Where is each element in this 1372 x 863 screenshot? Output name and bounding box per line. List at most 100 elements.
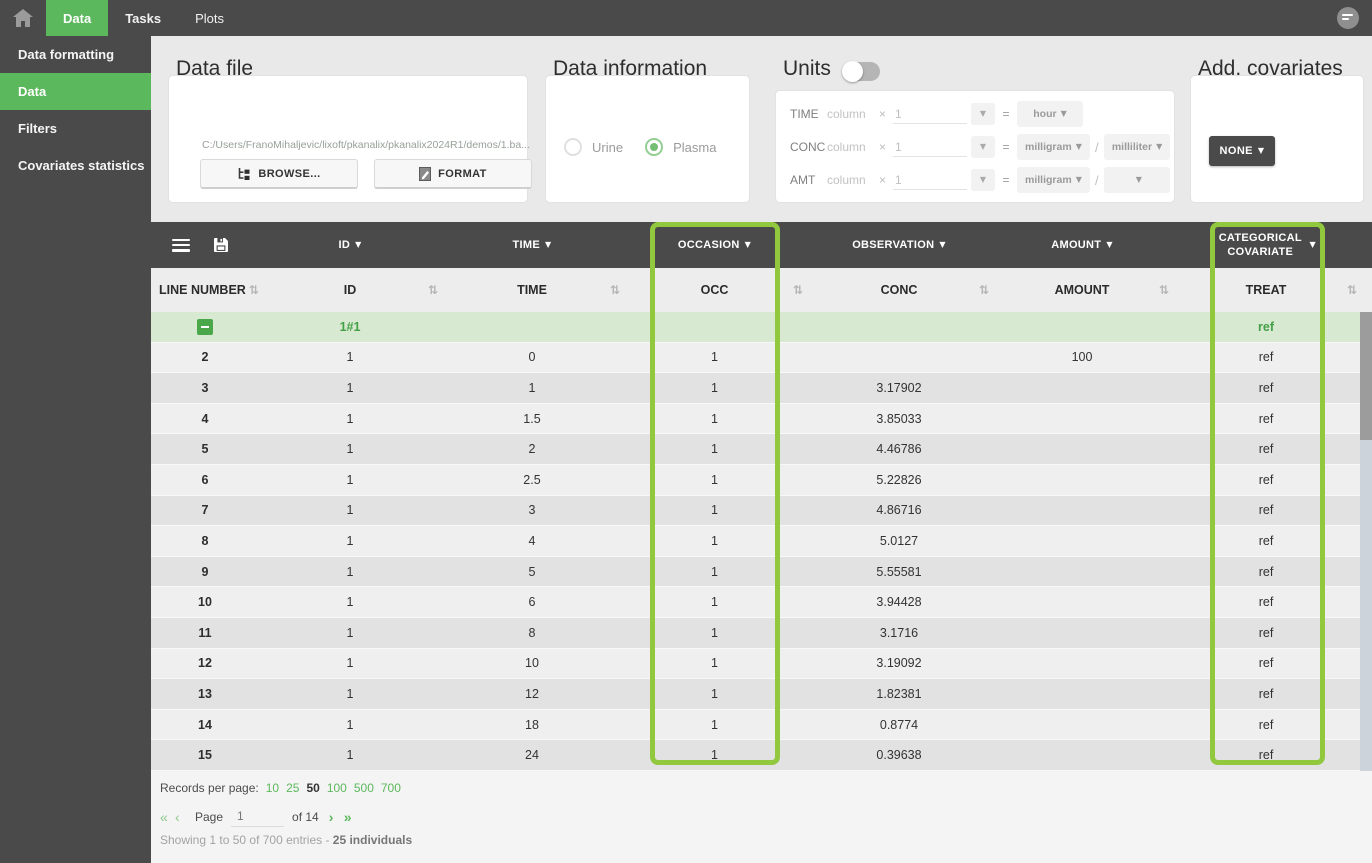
cell-occ: 1 bbox=[711, 503, 718, 518]
home-button[interactable] bbox=[0, 0, 46, 36]
page-size-500[interactable]: 500 bbox=[354, 781, 374, 795]
units-row-time: TIME column × 1 ▼ = hour ▼ bbox=[790, 101, 1083, 127]
categorical-covariate-column-dropdown[interactable]: CATEGORICAL COVARIATE ▼ bbox=[1216, 231, 1316, 260]
table-row[interactable]: 8 1 4 1 5.0127 ref bbox=[151, 526, 1360, 557]
page-size-100[interactable]: 100 bbox=[327, 781, 347, 795]
time-factor-dropdown[interactable]: ▼ bbox=[971, 103, 995, 125]
table-scrollbar[interactable] bbox=[1360, 312, 1372, 771]
table-row[interactable]: 4 1 1.5 1 3.85033 ref bbox=[151, 403, 1360, 435]
table-row[interactable]: 2 1 0 1 100 ref bbox=[151, 342, 1360, 374]
times-symbol: × bbox=[879, 173, 887, 187]
sort-icon[interactable]: ⇅ bbox=[1347, 283, 1357, 297]
units-row-amt: AMT column × 1 ▼ = milligram ▼ / ▼ bbox=[790, 167, 1170, 193]
plasma-radio[interactable] bbox=[645, 138, 664, 156]
amt-factor-dropdown[interactable]: ▼ bbox=[971, 169, 995, 191]
save-icon[interactable] bbox=[214, 238, 228, 252]
sort-icon[interactable]: ⇅ bbox=[793, 283, 803, 297]
table-row[interactable]: 13 1 12 1 1.82381 ref bbox=[151, 679, 1360, 710]
sidebar-item-covariates-statistics[interactable]: Covariates statistics bbox=[0, 147, 151, 184]
id-column-dropdown[interactable]: ID ▼ bbox=[338, 239, 361, 251]
table-row[interactable]: 10 1 6 1 3.94428 ref bbox=[151, 587, 1360, 618]
conc-numerator-dropdown[interactable]: milligram ▼ bbox=[1017, 134, 1090, 160]
table-row[interactable]: 15 1 24 1 0.39638 ref bbox=[151, 740, 1360, 771]
sidebar-item-data[interactable]: Data bbox=[0, 73, 151, 110]
main-content: Data file C:/Users/FranoMihaljevic/lixof… bbox=[151, 36, 1372, 863]
cell-id: 1 bbox=[346, 442, 354, 457]
cell-treat: ref bbox=[1258, 350, 1274, 365]
table-row[interactable]: 14 1 18 1 0.8774 ref bbox=[151, 709, 1360, 741]
amt-denominator-dropdown[interactable]: ▼ bbox=[1103, 167, 1170, 193]
collapse-individual-button[interactable] bbox=[197, 318, 213, 335]
first-page-button[interactable]: « bbox=[160, 809, 175, 825]
individual-group-row[interactable]: 1#1 ref bbox=[151, 312, 1360, 343]
page-number-input[interactable] bbox=[231, 807, 285, 827]
time-factor-input[interactable]: 1 bbox=[893, 105, 967, 124]
tab-data[interactable]: Data bbox=[46, 0, 109, 36]
prev-page-button[interactable]: ‹ bbox=[175, 809, 190, 825]
time-unit-dropdown[interactable]: hour ▼ bbox=[1017, 101, 1083, 127]
sidebar-item-data-formatting[interactable]: Data formatting bbox=[0, 36, 151, 73]
last-page-button[interactable]: » bbox=[344, 809, 359, 825]
table-row[interactable]: 6 1 2.5 1 5.22826 ref bbox=[151, 464, 1360, 496]
cell-conc: 4.86716 bbox=[876, 503, 922, 518]
page-size-25[interactable]: 25 bbox=[286, 781, 299, 795]
data-file-title: Data file bbox=[176, 57, 254, 80]
cell-conc: 0.8774 bbox=[879, 717, 919, 732]
cell-line-number: 5 bbox=[201, 442, 209, 457]
format-button[interactable]: FORMAT bbox=[374, 159, 532, 189]
table-row[interactable]: 11 1 8 1 3.1716 ref bbox=[151, 617, 1360, 649]
col-id: ID bbox=[343, 283, 357, 297]
col-time: TIME bbox=[517, 283, 547, 297]
table-row[interactable]: 12 1 10 1 3.19092 ref bbox=[151, 648, 1360, 680]
group-treat-cell: ref bbox=[1258, 319, 1274, 334]
feedback-chat-icon[interactable] bbox=[1337, 7, 1359, 29]
table-row[interactable]: 9 1 5 1 5.55581 ref bbox=[151, 556, 1360, 588]
slash-symbol: / bbox=[1095, 172, 1099, 188]
tab-tasks[interactable]: Tasks bbox=[108, 0, 178, 36]
amount-column-dropdown[interactable]: AMOUNT ▼ bbox=[1051, 239, 1113, 251]
sort-icon[interactable]: ⇅ bbox=[979, 283, 989, 297]
cell-id: 1 bbox=[346, 503, 354, 518]
urine-radio[interactable] bbox=[564, 138, 582, 156]
conc-column-placeholder: column bbox=[827, 140, 866, 154]
cell-id: 1 bbox=[346, 472, 354, 487]
amt-numerator-dropdown[interactable]: milligram ▼ bbox=[1017, 167, 1090, 193]
table-row[interactable]: 3 1 1 1 3.17902 ref bbox=[151, 373, 1360, 404]
table-row[interactable]: 7 1 3 1 4.86716 ref bbox=[151, 495, 1360, 527]
sidebar-item-filters[interactable]: Filters bbox=[0, 110, 151, 147]
sort-icon[interactable]: ⇅ bbox=[249, 283, 259, 297]
sort-icon[interactable]: ⇅ bbox=[610, 283, 620, 297]
table-header-dropdown-row: ID ▼ TIME ▼ OCCASION ▼ OBSERVATION ▼ AMOUNT ▼… bbox=[151, 222, 1372, 268]
page-size-10[interactable]: 10 bbox=[266, 781, 279, 795]
sort-icon[interactable]: ⇅ bbox=[1159, 283, 1169, 297]
cell-conc: 5.55581 bbox=[876, 564, 922, 579]
time-column-dropdown[interactable]: TIME ▼ bbox=[513, 239, 552, 251]
data-file-panel: C:/Users/FranoMihaljevic/lixoft/pkanalix… bbox=[168, 75, 532, 203]
cell-amount bbox=[992, 649, 1172, 679]
next-page-button[interactable]: › bbox=[329, 809, 344, 825]
table-scrollbar-thumb[interactable] bbox=[1360, 312, 1372, 440]
data-information-title: Data information bbox=[553, 57, 708, 80]
none-covariates-dropdown[interactable]: NONE ▼ bbox=[1209, 136, 1275, 166]
cell-id: 1 bbox=[346, 595, 354, 610]
conc-denominator-dropdown[interactable]: milliliter ▼ bbox=[1103, 134, 1171, 160]
amt-factor-input[interactable]: 1 bbox=[893, 171, 967, 190]
cell-treat: ref bbox=[1258, 472, 1274, 487]
page-size-50[interactable]: 50 bbox=[306, 781, 319, 795]
conc-factor-dropdown[interactable]: ▼ bbox=[971, 136, 995, 158]
table-menu-icon[interactable] bbox=[172, 238, 190, 252]
data-information-panel: Urine Plasma bbox=[545, 75, 750, 203]
cell-occ: 1 bbox=[711, 564, 718, 579]
cell-amount bbox=[992, 618, 1172, 648]
cell-amount bbox=[992, 557, 1172, 587]
units-toggle[interactable] bbox=[842, 61, 880, 82]
sort-icon[interactable]: ⇅ bbox=[428, 283, 438, 297]
tab-plots[interactable]: Plots bbox=[178, 0, 241, 36]
table-row[interactable]: 5 1 2 1 4.46786 ref bbox=[151, 434, 1360, 465]
page-size-700[interactable]: 700 bbox=[381, 781, 401, 795]
observation-column-dropdown[interactable]: OBSERVATION ▼ bbox=[852, 239, 946, 251]
browse-button[interactable]: BROWSE... bbox=[200, 159, 358, 189]
occasion-column-dropdown[interactable]: OCCASION ▼ bbox=[678, 239, 751, 251]
cell-line-number: 3 bbox=[201, 380, 209, 395]
conc-factor-input[interactable]: 1 bbox=[893, 138, 967, 157]
